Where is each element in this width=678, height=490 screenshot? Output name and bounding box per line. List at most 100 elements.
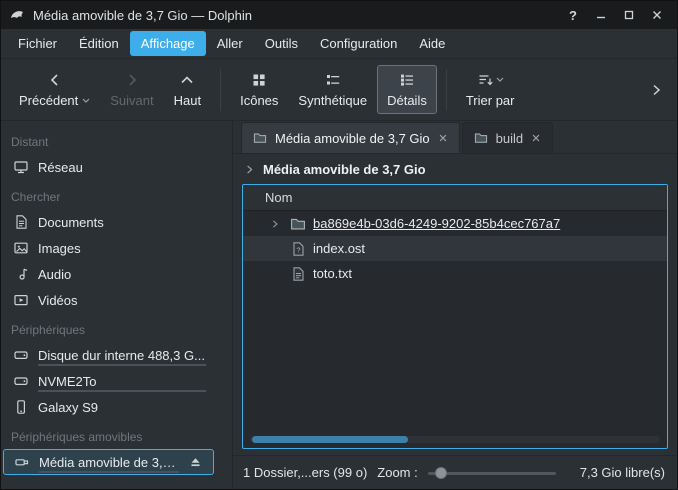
tab-close-button[interactable] [438, 133, 448, 143]
toolbar: Précédent Suivant Haut Icônes Synthétiqu… [1, 59, 677, 121]
main-panel: Média amovible de 3,7 Gio build Média am… [233, 121, 677, 489]
eject-icon [188, 455, 203, 470]
icons-view-button[interactable]: Icônes [230, 65, 288, 114]
file-row-folder[interactable]: ba869e4b-03d6-4249-9202-85b4cec767a7 [243, 211, 667, 236]
back-arrow-icon [47, 72, 63, 88]
menu-affichage[interactable]: Affichage [130, 31, 206, 56]
expand-arrow-button[interactable] [267, 219, 283, 229]
sidebar-item-videos[interactable]: Vidéos [1, 287, 218, 313]
capacity-bar [39, 471, 179, 473]
scrollbar-thumb[interactable] [252, 436, 408, 443]
breadcrumb[interactable]: Média amovible de 3,7 Gio [233, 154, 677, 184]
tab-media-amovible[interactable]: Média amovible de 3,7 Gio [241, 122, 460, 153]
minimize-button[interactable] [589, 4, 613, 26]
file-name[interactable]: ba869e4b-03d6-4249-9202-85b4cec767a7 [313, 216, 560, 231]
compact-view-icon [325, 72, 341, 88]
toolbar-overflow-button[interactable] [645, 70, 669, 110]
sidebar-item-reseau[interactable]: Réseau [1, 154, 218, 180]
menu-outils[interactable]: Outils [254, 31, 309, 56]
sort-by-label: Trier par [466, 93, 515, 108]
sort-dropdown-caret-icon [496, 77, 504, 83]
file-name[interactable]: index.ost [313, 241, 365, 256]
zoom-control: Zoom : [377, 465, 555, 480]
window-controls: ? [561, 4, 669, 26]
tab-label: Média amovible de 3,7 Gio [275, 131, 430, 146]
maximize-icon [623, 9, 635, 21]
status-bar: 1 Dossier,...ers (99 o) Zoom : 7,3 Gio l… [233, 455, 677, 489]
back-button[interactable]: Précédent [9, 65, 100, 114]
section-header-peripheriques: Périphériques [1, 313, 232, 342]
zoom-slider[interactable] [428, 466, 556, 480]
videos-icon [13, 292, 29, 308]
selection-summary: 1 Dossier,...ers (99 o) [243, 465, 367, 480]
usb-drive-icon [14, 454, 30, 470]
sort-by-button[interactable]: Trier par [456, 65, 525, 114]
phone-icon [13, 399, 29, 415]
horizontal-scrollbar[interactable] [250, 436, 660, 443]
content-area: Distant Réseau Chercher Documents Images… [1, 121, 677, 489]
network-icon [13, 159, 29, 175]
zoom-slider-handle[interactable] [435, 467, 447, 479]
toolbar-separator [220, 69, 221, 111]
sidebar-item-disque-dur-interne[interactable]: Disque dur interne 488,3 G... [1, 342, 218, 368]
zoom-label: Zoom : [377, 465, 417, 480]
close-button[interactable] [645, 4, 669, 26]
close-icon [438, 133, 448, 143]
up-arrow-icon [179, 72, 195, 88]
forward-arrow-icon [124, 72, 140, 88]
eject-button[interactable] [188, 455, 203, 470]
compact-view-button[interactable]: Synthétique [288, 65, 377, 114]
dolphin-window: Média amovible de 3,7 Gio — Dolphin ? Fi… [0, 0, 678, 490]
file-name[interactable]: toto.txt [313, 266, 352, 281]
menu-configuration[interactable]: Configuration [309, 31, 408, 56]
menu-aide[interactable]: Aide [408, 31, 456, 56]
toolbar-separator [446, 69, 447, 111]
menu-fichier[interactable]: Fichier [7, 31, 68, 56]
file-view[interactable]: Nom ba869e4b-03d6-4249-9202-85b4cec767a7… [242, 184, 668, 449]
minimize-icon [595, 9, 607, 21]
chevron-right-icon [272, 219, 279, 229]
section-header-peripheriques-amovibles: Périphériques amovibles [1, 420, 232, 449]
place-label: Galaxy S9 [38, 400, 98, 415]
details-view-button[interactable]: Détails [377, 65, 437, 114]
tab-bar: Média amovible de 3,7 Gio build [233, 121, 677, 154]
back-dropdown-caret-icon [82, 98, 90, 104]
sidebar-item-audio[interactable]: Audio [1, 261, 218, 287]
up-label: Haut [174, 93, 201, 108]
place-label: Réseau [38, 160, 83, 175]
details-view-label: Détails [387, 93, 427, 108]
place-label: Disque dur interne 488,3 G... [38, 348, 205, 363]
breadcrumb-location[interactable]: Média amovible de 3,7 Gio [263, 162, 426, 177]
column-header-nom[interactable]: Nom [265, 190, 292, 205]
file-row-index-ost[interactable]: index.ost [243, 236, 667, 261]
sidebar-item-images[interactable]: Images [1, 235, 218, 261]
sidebar-item-media-amovible[interactable]: Média amovible de 3,7 ... [3, 449, 214, 475]
titlebar[interactable]: Média amovible de 3,7 Gio — Dolphin ? [1, 1, 677, 29]
sidebar-item-documents[interactable]: Documents [1, 209, 218, 235]
folder-icon [290, 216, 306, 232]
close-icon [651, 9, 663, 21]
help-button[interactable]: ? [561, 4, 585, 26]
images-icon [13, 240, 29, 256]
tab-build[interactable]: build [462, 122, 553, 153]
back-label: Précédent [19, 93, 78, 108]
sort-icon [477, 72, 493, 88]
forward-button[interactable]: Suivant [100, 65, 163, 114]
place-label: Documents [38, 215, 104, 230]
menu-edition[interactable]: Édition [68, 31, 130, 56]
close-icon [531, 133, 541, 143]
up-button[interactable]: Haut [164, 65, 211, 114]
tab-label: build [496, 131, 523, 146]
icons-view-icon [251, 72, 267, 88]
audio-icon [13, 266, 29, 282]
maximize-button[interactable] [617, 4, 641, 26]
place-label: Images [38, 241, 81, 256]
sidebar-item-nvme2to[interactable]: NVME2To [1, 368, 218, 394]
place-label: Audio [38, 267, 71, 282]
tab-close-button[interactable] [531, 133, 541, 143]
menu-aller[interactable]: Aller [206, 31, 254, 56]
menubar: Fichier Édition Affichage Aller Outils C… [1, 29, 677, 59]
places-panel: Distant Réseau Chercher Documents Images… [1, 121, 233, 489]
file-row-toto-txt[interactable]: toto.txt [243, 261, 667, 286]
sidebar-item-galaxy-s9[interactable]: Galaxy S9 [1, 394, 218, 420]
